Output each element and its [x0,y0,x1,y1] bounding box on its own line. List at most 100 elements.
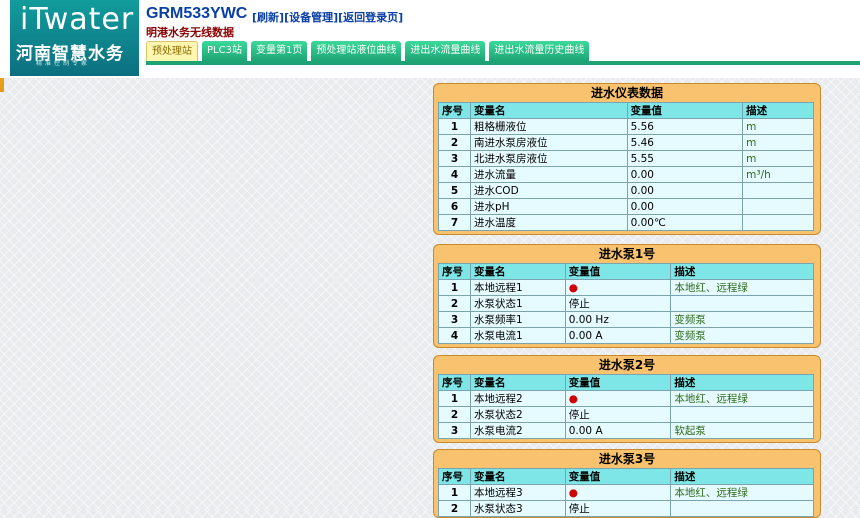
row-name: 本地远程2 [469,390,566,407]
page-subtitle: 明港水务无线数据 [146,26,234,39]
col-desc: 描述 [670,468,814,485]
col-value: 变量值 [564,263,672,280]
row-index: 1 [438,118,471,135]
row-name: 进水流量 [469,166,628,183]
col-index: 序号 [438,468,471,485]
row-desc [670,406,814,423]
row-index: 3 [438,311,471,328]
table-header-row: 序号 变量名 变量值 描述 [438,102,814,119]
row-desc: 变频泵 [670,327,814,344]
table-row: 1 本地远程3 ● 本地红、远程绿 [438,484,814,501]
row-desc [670,295,814,312]
row-value: 停止 [564,406,672,423]
row-value: 5.55 [626,150,744,167]
row-name: 进水pH [469,198,628,215]
row-name: 北进水泵房液位 [469,150,628,167]
row-index: 1 [438,279,471,296]
col-index: 序号 [438,374,471,391]
col-value: 变量值 [564,468,672,485]
row-name: 南进水泵房液位 [469,134,628,151]
col-desc: 描述 [670,263,814,280]
row-name: 本地远程3 [469,484,566,501]
row-desc: 软起泵 [670,422,814,439]
row-desc: 本地红、远程绿 [670,484,814,501]
tab-level-curve[interactable]: 预处理站液位曲线 [311,41,402,61]
row-desc: 本地红、远程绿 [670,279,814,296]
tab-plc3[interactable]: PLC3站 [202,41,247,61]
row-value: 0.00 [626,198,744,215]
table-header-row: 序号 变量名 变量值 描述 [438,374,814,391]
row-value: 0.00 A [564,327,672,344]
row-desc: 本地红、远程绿 [670,390,814,407]
data-table: 序号 变量名 变量值 描述 1 粗格栅液位 5.56 m 2 南进水泵房液位 5.46 m … [438,102,814,231]
table-row: 5 进水COD 0.00 [438,182,814,199]
table-row: 4 水泵电流1 0.00 A 变频泵 [438,327,814,344]
row-index: 4 [438,327,471,344]
panel-title: 进水泵1号 [598,247,656,261]
row-index: 7 [438,214,471,231]
panel-title: 进水仪表数据 [590,86,663,100]
table-row: 2 水泵状态1 停止 [438,295,814,312]
row-value: 0.00 A [564,422,672,439]
header-links: [刷新][设备管理][返回登录页] [252,9,403,25]
table-header-row: 序号 变量名 变量值 描述 [438,468,814,485]
panel-inlet-pump-3: 进水泵3号 序号 变量名 变量值 描述 1 本地远程3 ● 本地红、远程绿 2 水泵状态… [433,449,821,518]
row-desc: m [742,134,814,151]
status-indicator-icon: ● [564,484,672,501]
col-name: 变量名 [469,468,566,485]
row-name: 水泵状态1 [469,295,566,312]
row-value: 5.56 [626,118,744,135]
col-name: 变量名 [469,263,566,280]
col-index: 序号 [438,263,471,280]
refresh-link[interactable]: [刷新] [252,11,284,24]
table-row: 3 水泵频率1 0.00 Hz 变频泵 [438,311,814,328]
row-desc: m³/h [742,166,814,183]
row-name: 粗格栅液位 [469,118,628,135]
col-desc: 描述 [670,374,814,391]
col-value: 变量值 [564,374,672,391]
col-value: 变量值 [626,102,744,119]
table-row: 1 粗格栅液位 5.56 m [438,118,814,135]
row-value: 0.00 [626,182,744,199]
device-title: GRM533YWC [146,5,248,22]
table-header-row: 序号 变量名 变量值 描述 [438,263,814,280]
back-to-login-link[interactable]: [返回登录页] [338,11,403,24]
row-index: 5 [438,182,471,199]
row-value: 0.00℃ [626,214,744,231]
row-name: 本地远程1 [469,279,566,296]
row-index: 2 [438,295,471,312]
tab-flow-curve[interactable]: 进出水流量曲线 [405,41,486,61]
panel-inlet-instruments: 进水仪表数据 序号 变量名 变量值 描述 1 粗格栅液位 5.56 m 2 南进水泵房液… [433,83,821,235]
row-name: 水泵电流1 [469,327,566,344]
table-row: 1 本地远程2 ● 本地红、远程绿 [438,390,814,407]
row-value: 0.00 Hz [564,311,672,328]
row-value: 0.00 [626,166,744,183]
table-row: 2 水泵状态2 停止 [438,406,814,423]
row-index: 1 [438,484,471,501]
table-row: 1 本地远程1 ● 本地红、远程绿 [438,279,814,296]
row-name: 水泵电流2 [469,422,566,439]
panel-title: 进水泵3号 [598,452,656,466]
col-index: 序号 [438,102,471,119]
table-row: 3 水泵电流2 0.00 A 软起泵 [438,422,814,439]
col-name: 变量名 [469,374,566,391]
tab-underline [146,61,860,65]
panel-inlet-pump-1: 进水泵1号 序号 变量名 变量值 描述 1 本地远程1 ● 本地红、远程绿 2 水泵状态… [433,244,821,348]
row-desc: m [742,118,814,135]
row-name: 进水温度 [469,214,628,231]
device-manage-link[interactable]: [设备管理] [284,11,338,24]
tab-variables-page1[interactable]: 变量第1页 [250,41,308,61]
row-index: 2 [438,406,471,423]
tab-flow-history-curve[interactable]: 进出水流量历史曲线 [489,41,590,61]
row-desc: m [742,150,814,167]
row-index: 3 [438,150,471,167]
row-desc: 变频泵 [670,311,814,328]
row-name: 水泵状态2 [469,406,566,423]
data-table: 序号 变量名 变量值 描述 1 本地远程3 ● 本地红、远程绿 2 水泵状态3 停止 [438,468,814,517]
tab-bar: 预处理站 PLC3站 变量第1页 预处理站液位曲线 进出水流量曲线 进出水流量历… [146,41,593,61]
table-row: 7 进水温度 0.00℃ [438,214,814,231]
status-indicator-icon: ● [564,279,672,296]
tab-pretreatment[interactable]: 预处理站 [146,41,198,61]
row-desc [742,198,814,215]
row-desc [742,214,814,231]
